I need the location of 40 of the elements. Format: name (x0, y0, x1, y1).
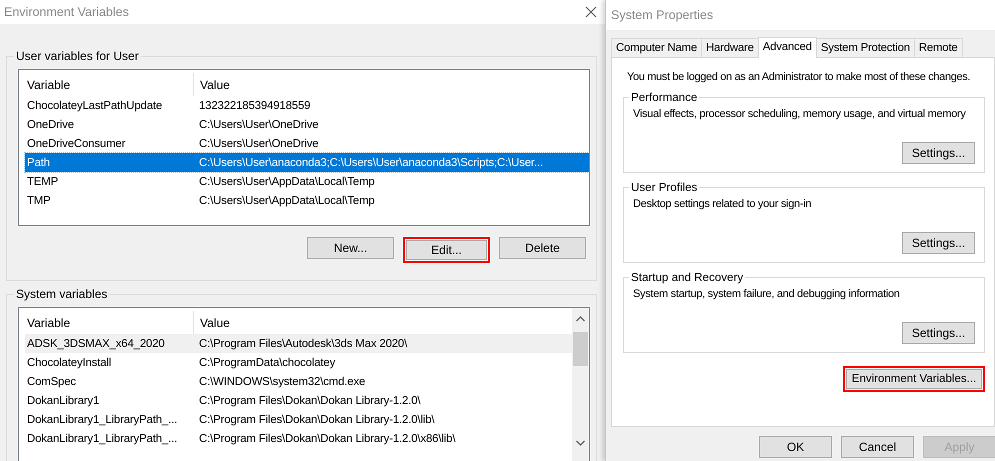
list-row[interactable]: TMP C:\Users\User\AppData\Local\Temp (25, 191, 589, 210)
settings-button[interactable]: Settings... (902, 322, 975, 344)
tab[interactable]: Computer Name (611, 38, 702, 57)
group-description: System startup, system failure, and debugging information (633, 287, 901, 302)
list-row[interactable]: OneDrive C:\Users\User\OneDrive (25, 115, 589, 134)
list-row[interactable]: TEMP C:\Users\User\AppData\Local\Temp (25, 172, 589, 191)
list-row[interactable]: ChocolateyInstall C:\ProgramData\chocolatey (25, 353, 572, 372)
dialog-button[interactable]: OK (759, 436, 832, 458)
group-description: Visual effects, processor scheduling, memory usage, and virtual memory (633, 107, 967, 122)
group-title: User Profiles (630, 181, 698, 194)
list-row[interactable]: DokanLibrary1_LibraryPath_... C:\Program Files\Dokan\Dokan Library-1.2.0\lib\ (25, 410, 572, 429)
group-title: Startup and Recovery (630, 271, 744, 284)
column-header[interactable]: Variable (25, 316, 193, 330)
tab[interactable]: Remote (914, 38, 963, 57)
window-title: Environment Variables (4, 5, 129, 19)
list-row[interactable]: ComSpec C:\WINDOWS\system32\cmd.exe (25, 372, 572, 391)
window-title: System Properties (611, 8, 714, 22)
dialog-button[interactable]: Edit... (403, 237, 490, 263)
group-description: Desktop settings related to your sign-in (633, 197, 812, 212)
notice-text: You must be logged on as an Administrator to make most of these changes. (626, 70, 970, 84)
column-header[interactable]: Value (194, 78, 230, 92)
close-icon[interactable] (585, 6, 597, 18)
list-row[interactable]: ADSK_3DSMAX_x64_2020 C:\Program Files\Autodesk\3ds Max 2020\ (25, 334, 572, 353)
list-row[interactable]: DokanLibrary1 C:\Program Files\Dokan\Dokan Library-1.2.0\ (25, 391, 572, 410)
dialog-button[interactable]: Delete (499, 237, 586, 259)
dialog-button[interactable]: Cancel (841, 436, 914, 458)
group-title: System variables (15, 287, 108, 301)
column-header[interactable]: Variable (25, 78, 193, 92)
column-header[interactable]: Value (194, 316, 230, 330)
tab[interactable]: Advanced (758, 37, 817, 58)
list-row[interactable]: OneDriveConsumer C:\Users\User\OneDrive (25, 134, 589, 153)
environment-variables-button[interactable]: Environment Variables... (843, 366, 985, 392)
list-row[interactable]: DokanLibrary1_LibraryPath_... C:\Program Files\Dokan\Dokan Library-1.2.0\x86\lib\ (25, 429, 572, 448)
group-title: User variables for User (15, 49, 140, 63)
list-row[interactable]: Path C:\Users\User\anaconda3;C:\Users\User\anaconda3\Scripts;C:\User... (25, 153, 589, 172)
group-title: Performance (630, 91, 698, 104)
list-row[interactable]: ChocolateyLastPathUpdate 132322185394918559 (25, 96, 589, 115)
dialog-button[interactable]: New... (307, 237, 394, 259)
settings-button[interactable]: Settings... (902, 232, 975, 254)
settings-button[interactable]: Settings... (902, 142, 975, 164)
